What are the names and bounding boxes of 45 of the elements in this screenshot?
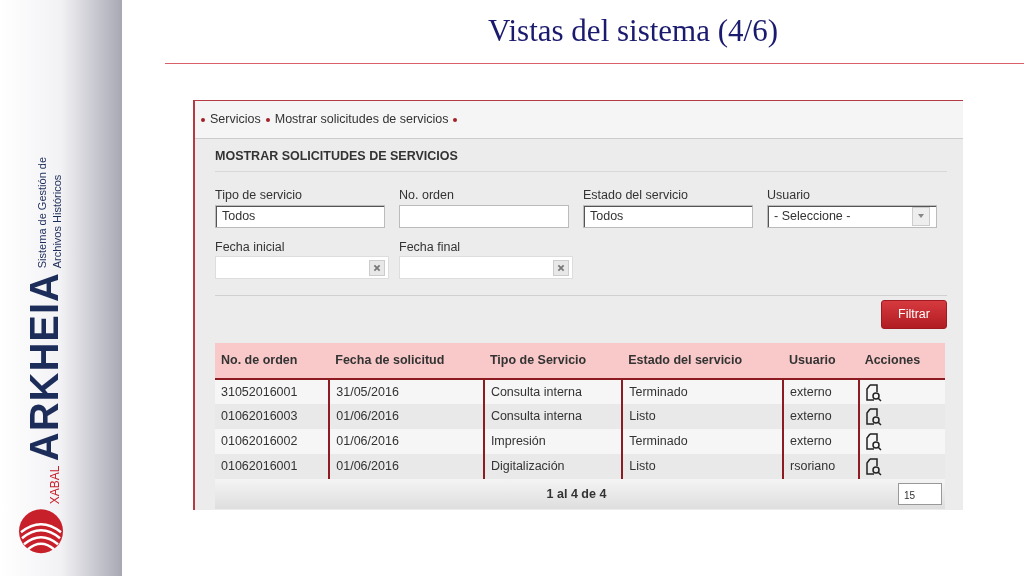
- table-cell: Impresión: [483, 429, 623, 455]
- table-cell: rsoriano: [783, 454, 859, 480]
- field-label: Fecha final: [399, 238, 462, 256]
- input-field[interactable]: Todos: [583, 204, 753, 228]
- field-label: Fecha inicial: [215, 238, 286, 256]
- column-header: No. de orden: [215, 343, 330, 380]
- tagline-text: Archivos Históricos: [50, 173, 64, 269]
- breadcrumb-link[interactable]: Servicios: [210, 110, 261, 130]
- table-cell: 01/06/2016: [329, 454, 484, 480]
- field-label: No. orden: [399, 186, 455, 204]
- section-heading: MOSTRAR SOLICITUDES DE SERVICIOS: [215, 145, 947, 172]
- column-header: Usuario: [783, 343, 859, 380]
- field-label: Usuario: [767, 186, 812, 204]
- table-cell: 01/06/2016: [329, 429, 484, 455]
- field-label: Estado del servicio: [583, 186, 689, 204]
- input-field[interactable]: Todos: [215, 204, 385, 228]
- breadcrumb-link[interactable]: Mostrar solicitudes de servicios: [274, 110, 449, 130]
- table-cell: Terminado: [622, 379, 784, 405]
- filter-button[interactable]: Filtrar: [881, 300, 947, 330]
- table-cell: Terminado: [622, 429, 784, 455]
- column-header: Acciones: [858, 343, 945, 380]
- table-cell: Listo: [622, 404, 784, 430]
- table-cell: externo: [783, 404, 859, 430]
- table-cell: 01062016003: [215, 404, 330, 430]
- table-cell: 01062016002: [215, 429, 330, 455]
- pager-text: 1 al 4 de 4: [545, 485, 608, 503]
- dropdown[interactable]: - Seleccione -: [767, 204, 937, 228]
- column-header: Tipo de Servicio: [483, 343, 623, 380]
- tagline-text: Sistema de Gestión de: [35, 156, 49, 269]
- table-cell: 31/05/2016: [329, 379, 484, 405]
- product-logo-text: ARKHEIA: [24, 272, 64, 462]
- column-header: Estado del servicio: [622, 343, 784, 380]
- table-cell: Digitalización: [483, 454, 623, 480]
- table-cell: 31052016001: [215, 379, 330, 405]
- column-header: Fecha de solicitud: [329, 343, 484, 380]
- company-name: XABAL: [47, 465, 63, 504]
- slide-title: Vistas del sistema (4/6): [487, 12, 779, 50]
- table-cell: 01/06/2016: [329, 404, 484, 430]
- table-cell: Listo: [622, 454, 784, 480]
- page-size-field[interactable]: 15: [898, 483, 942, 506]
- field-label: Tipo de servicio: [215, 186, 304, 204]
- table-cell: externo: [783, 429, 859, 455]
- table-cell: Consulta interna: [483, 404, 623, 430]
- table-cell: Consulta interna: [483, 379, 623, 405]
- table-cell: 01062016001: [215, 454, 330, 480]
